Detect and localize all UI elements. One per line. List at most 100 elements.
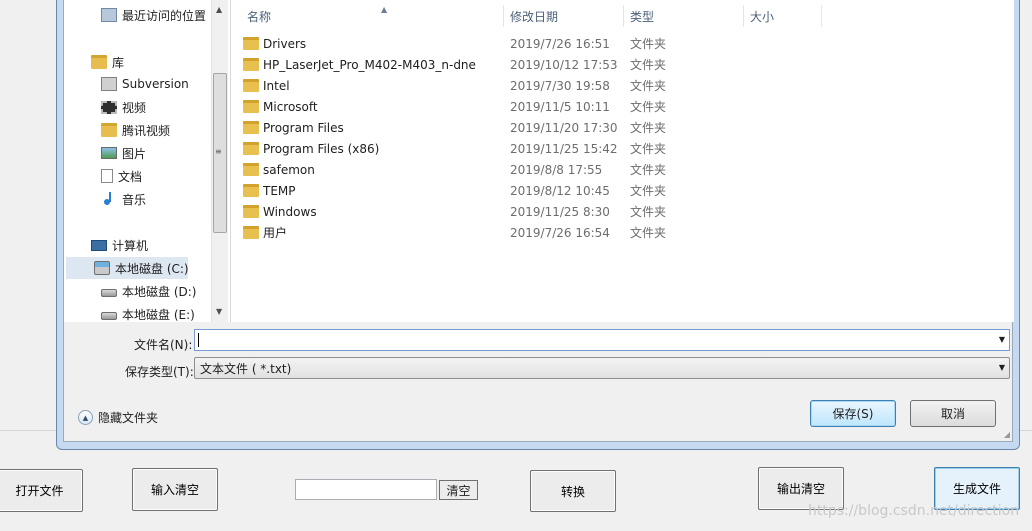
column-header-type[interactable]: 类型 [624, 5, 744, 27]
file-date: 2019/11/25 15:42 [510, 141, 618, 156]
nav-item-pictures[interactable]: 图片 [101, 142, 146, 164]
nav-item-music[interactable]: 音乐 [101, 188, 146, 210]
nav-item-documents[interactable]: 文档 [101, 165, 142, 187]
cancel-button[interactable]: 取消 [910, 400, 996, 427]
nav-item-subversion[interactable]: Subversion [101, 73, 189, 95]
folder-icon [243, 37, 259, 50]
nav-item-label: 本地磁盘 (C:) [115, 261, 189, 276]
libraries-icon [91, 55, 107, 69]
clear-button[interactable]: 清空 [439, 480, 478, 500]
nav-item-label: 计算机 [112, 238, 149, 253]
nav-item-videos[interactable]: 视频 [101, 96, 146, 118]
nav-item-tencent-video[interactable]: 腾讯视频 [101, 119, 170, 141]
navigation-pane[interactable]: 最近访问的位置 库 Subversion 视频 腾讯视频 图片 文档 音乐 计算… [64, 0, 230, 322]
save-dialog: 最近访问的位置 库 Subversion 视频 腾讯视频 图片 文档 音乐 计算… [56, 0, 1020, 450]
hide-folders-toggle[interactable]: ▲ 隐藏文件夹 [78, 409, 158, 426]
open-file-button[interactable]: 打开文件 [0, 469, 83, 512]
nav-item-label: 腾讯视频 [122, 123, 171, 138]
folder-icon [243, 58, 259, 71]
file-type: 文件夹 [630, 226, 667, 240]
table-row[interactable]: HP_LaserJet_Pro_M402-M403_n-dne 2019/10/… [241, 54, 861, 75]
column-header-label: 大小 [750, 9, 775, 24]
folder-icon [243, 79, 259, 92]
drive-icon [101, 312, 117, 320]
table-row[interactable]: Program Files (x86) 2019/11/25 15:42 文件夹 [241, 138, 861, 159]
file-date: 2019/7/26 16:51 [510, 36, 610, 51]
folder-icon [243, 142, 259, 155]
folder-icon [243, 163, 259, 176]
drive-icon [101, 289, 117, 297]
file-date: 2019/11/20 17:30 [510, 120, 618, 135]
table-row[interactable]: safemon 2019/8/8 17:55 文件夹 [241, 159, 861, 180]
nav-item-recent[interactable]: 最近访问的位置 [101, 4, 206, 26]
file-date: 2019/7/26 16:54 [510, 225, 610, 240]
table-row[interactable]: Program Files 2019/11/20 17:30 文件夹 [241, 117, 861, 138]
table-row[interactable]: TEMP 2019/8/12 10:45 文件夹 [241, 180, 861, 201]
chevron-up-icon: ▲ [78, 410, 93, 425]
file-type: 文件夹 [630, 37, 667, 51]
table-row[interactable]: 用户 2019/7/26 16:54 文件夹 [241, 222, 861, 243]
folder-icon [243, 226, 259, 239]
folder-icon [101, 123, 117, 137]
nav-item-label: 视频 [122, 100, 147, 115]
nav-item-label: 库 [112, 55, 125, 70]
file-date: 2019/8/12 10:45 [510, 183, 610, 198]
resize-grip-icon[interactable]: ◢ [1004, 430, 1010, 439]
pictures-icon [101, 147, 117, 159]
filetype-select[interactable]: 文本文件 ( *.txt) ▼ [194, 357, 1010, 379]
scroll-down-icon[interactable]: ▼ [216, 307, 222, 316]
file-type: 文件夹 [630, 58, 667, 72]
table-row[interactable]: Intel 2019/7/30 19:58 文件夹 [241, 75, 861, 96]
nav-item-drive-c[interactable]: 本地磁盘 (C:) [66, 257, 189, 279]
computer-icon [91, 239, 107, 251]
chevron-down-icon[interactable]: ▼ [999, 363, 1005, 372]
chevron-down-icon[interactable]: ▼ [999, 335, 1005, 344]
file-name: Windows [263, 204, 317, 219]
save-button[interactable]: 保存(S) [810, 400, 896, 427]
file-type: 文件夹 [630, 184, 667, 198]
table-row[interactable]: Windows 2019/11/25 8:30 文件夹 [241, 201, 861, 222]
input-clear-button[interactable]: 输入清空 [132, 468, 218, 511]
nav-item-label: 图片 [122, 146, 147, 161]
column-header-label: 名称 [247, 9, 272, 24]
watermark: https://blog.csdn.net/direction [808, 503, 1020, 519]
table-row[interactable]: Microsoft 2019/11/5 10:11 文件夹 [241, 96, 861, 117]
file-type: 文件夹 [630, 121, 667, 135]
table-row[interactable]: Drivers 2019/7/26 16:51 文件夹 [241, 33, 861, 54]
nav-item-label: 最近访问的位置 [122, 8, 207, 23]
nav-scrollbar[interactable]: ▲ ≡ ▼ [211, 0, 228, 322]
file-type: 文件夹 [630, 100, 667, 114]
nav-item-computer[interactable]: 计算机 [91, 234, 148, 256]
file-type: 文件夹 [630, 205, 667, 219]
file-name: Microsoft [263, 99, 318, 114]
column-header-name[interactable]: ▲ 名称 [241, 5, 504, 27]
nav-item-label: Subversion [122, 77, 189, 91]
filetype-label: 保存类型(T): [125, 365, 194, 379]
file-list[interactable]: ▲ 名称 修改日期 类型 大小 Drivers 2019/7/26 16:51 … [230, 0, 1014, 322]
file-name: Drivers [263, 36, 307, 51]
hide-folders-label: 隐藏文件夹 [98, 411, 159, 425]
column-header-date[interactable]: 修改日期 [504, 5, 624, 27]
app-text-input[interactable] [295, 479, 437, 500]
nav-item-label: 音乐 [122, 192, 147, 207]
file-name: Program Files [263, 120, 344, 135]
sort-up-icon: ▲ [381, 5, 388, 14]
nav-item-label: 文档 [118, 169, 143, 184]
filetype-value: 文本文件 ( *.txt) [200, 361, 292, 376]
nav-item-drive-e[interactable]: 本地磁盘 (E:) [101, 303, 195, 322]
subversion-icon [101, 77, 117, 91]
file-type: 文件夹 [630, 79, 667, 93]
nav-item-drive-d[interactable]: 本地磁盘 (D:) [101, 280, 196, 302]
file-type: 文件夹 [630, 142, 667, 156]
videos-icon [101, 100, 117, 114]
file-type: 文件夹 [630, 163, 667, 177]
file-name: safemon [263, 162, 315, 177]
music-icon [101, 192, 117, 206]
documents-icon [101, 169, 113, 183]
column-header-size[interactable]: 大小 [744, 5, 822, 27]
nav-item-label: 本地磁盘 (D:) [122, 284, 197, 299]
filename-input[interactable]: ▼ [194, 329, 1010, 351]
convert-button[interactable]: 转换 [530, 470, 616, 512]
scroll-up-icon[interactable]: ▲ [216, 5, 222, 14]
nav-item-libraries[interactable]: 库 [91, 51, 124, 73]
